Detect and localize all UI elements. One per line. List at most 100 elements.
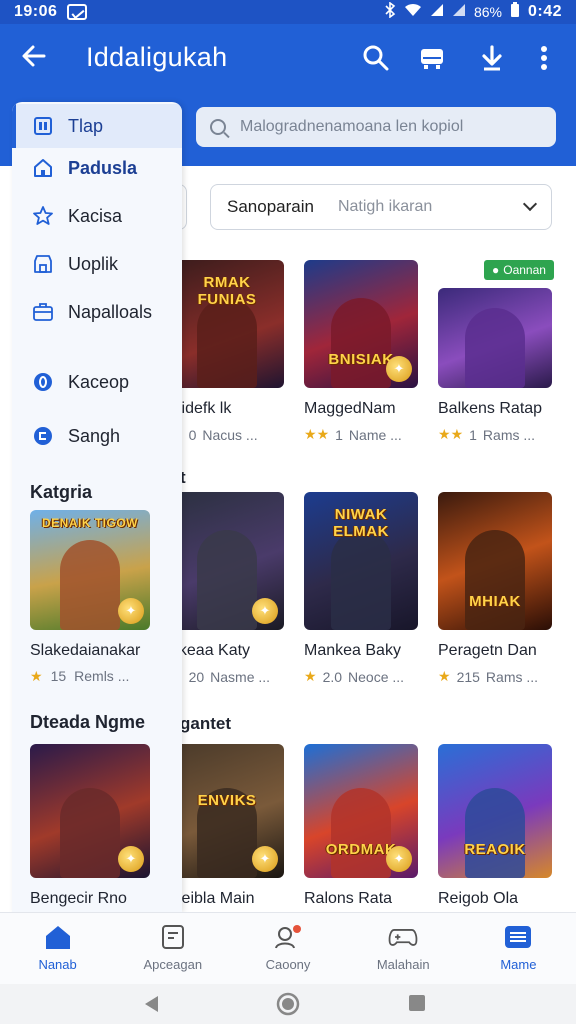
game-card[interactable]: ✦ okeaa Katy ★20Nasme ... bbox=[170, 492, 286, 685]
game-name: Reigob Ola bbox=[438, 890, 519, 907]
navigation-drawer: Tlap Padusla Kacisa Uoplik Napalloals Ka… bbox=[12, 102, 182, 912]
star-icon: ★ bbox=[30, 668, 43, 684]
game-name: MaggedNam bbox=[304, 400, 396, 417]
game-name: Mankea Baky bbox=[304, 642, 401, 659]
coin-icon: ✦ bbox=[386, 846, 412, 872]
briefcase-icon bbox=[32, 301, 54, 323]
tab-games[interactable]: Malahain bbox=[346, 913, 461, 984]
home-icon bbox=[32, 157, 54, 179]
game-meta: ★20Nasme ... bbox=[170, 668, 286, 685]
game-name: Peragetn Dan bbox=[438, 642, 537, 659]
game-card[interactable]: MHIAK Peragetn Dan ★ 215 Rams ... bbox=[438, 492, 554, 685]
search-field-icon bbox=[210, 119, 226, 135]
coin-icon: ✦ bbox=[118, 598, 144, 624]
tab-apceagan[interactable]: Apceagan bbox=[115, 913, 230, 984]
drawer-game-card[interactable]: DENAIK TIGOW ✦ Slakedaianakar ★ 15 Remls .… bbox=[30, 510, 150, 685]
game-art bbox=[60, 540, 120, 630]
game-publisher: Neoce ... bbox=[348, 668, 405, 685]
menu-icon bbox=[503, 923, 533, 951]
game-name: Ralons Rata bbox=[304, 890, 393, 907]
game-meta: ★★ 1 Rams ... bbox=[438, 426, 554, 443]
drawer-item-napalloals[interactable]: Napalloals bbox=[12, 290, 182, 334]
more-vert-icon[interactable] bbox=[528, 42, 560, 74]
drawer-item-tlap[interactable]: Tlap bbox=[12, 104, 182, 148]
game-meta: ★ 15 Remls ... bbox=[30, 668, 150, 685]
category-dropdown[interactable]: Sanoparain Natigh ikaran bbox=[210, 184, 552, 230]
game-card[interactable]: NIWAK ELMAK Mankea Baky ★ 2.0 Neoce ... bbox=[304, 492, 420, 685]
store-icon bbox=[32, 253, 54, 275]
drawer-item-padusla[interactable]: Padusla bbox=[12, 146, 182, 190]
game-art bbox=[331, 788, 391, 878]
game-name: Neibla Main bbox=[170, 890, 255, 907]
coin-icon: ✦ bbox=[252, 846, 278, 872]
game-art bbox=[197, 298, 257, 388]
game-thumbnail: DENAIK TIGOW ✦ bbox=[30, 510, 150, 630]
game-card[interactable]: Balkens Ratap ★★ 1 Rams ... bbox=[438, 288, 554, 443]
drawer-item-label: Sangh bbox=[68, 425, 121, 446]
star-icon: ★★ bbox=[438, 426, 464, 442]
game-art bbox=[197, 530, 257, 630]
game-name: ixidefk lk bbox=[170, 400, 232, 417]
download-icon[interactable] bbox=[476, 42, 508, 74]
signal-icon-2 bbox=[452, 3, 466, 22]
drawer-game-card[interactable]: ✦ Bengecir Rno bbox=[30, 744, 150, 908]
game-rating: 2.0 bbox=[322, 668, 343, 685]
system-back-icon[interactable] bbox=[142, 994, 160, 1019]
game-card[interactable]: RMAK FUNIAS ixidefk lk ★0Nacus ... bbox=[170, 260, 286, 443]
game-publisher: Rams ... bbox=[482, 426, 536, 443]
thumbnail-caption: ENVIKS bbox=[197, 792, 257, 809]
search-input[interactable]: Malogradnenamoana len kopiol bbox=[196, 107, 556, 147]
status-indicators: 86% 0:42 bbox=[384, 0, 562, 23]
game-card[interactable]: BNISIAK ✦ MaggedNam ★★ 1 Name ... bbox=[304, 260, 420, 443]
drawer-item-kaceop[interactable]: Kaceop bbox=[12, 360, 182, 404]
game-art bbox=[465, 788, 525, 878]
game-meta: ★0Nacus ... bbox=[170, 426, 286, 443]
home-icon bbox=[43, 923, 73, 951]
status-badge: ● Oannan bbox=[484, 260, 554, 280]
drawer-item-label: Tlap bbox=[68, 115, 104, 136]
game-thumbnail: RMAK FUNIAS bbox=[170, 260, 284, 388]
search-icon[interactable] bbox=[360, 42, 392, 74]
bluetooth-icon bbox=[384, 0, 396, 23]
apps-icon bbox=[32, 115, 54, 137]
game-rating: 1 bbox=[469, 426, 477, 443]
cast-icon[interactable] bbox=[416, 42, 448, 74]
game-publisher: Remls ... bbox=[74, 668, 130, 684]
system-home-icon[interactable] bbox=[276, 992, 300, 1021]
search-placeholder: Malogradnenamoana len kopiol bbox=[240, 118, 464, 135]
section-title-fragment: gantet bbox=[180, 714, 231, 733]
drawer-item-label: Padusla bbox=[68, 157, 138, 178]
game-thumbnail: MHIAK bbox=[438, 492, 552, 630]
drawer-item-kacisa[interactable]: Kacisa bbox=[12, 194, 182, 238]
signal-icon bbox=[430, 3, 444, 22]
game-rating: 215 bbox=[456, 668, 480, 685]
tab-label: Malahain bbox=[376, 957, 430, 972]
game-card[interactable]: REAOIK Reigob Ola bbox=[438, 744, 554, 908]
game-name: Bengecir Rno bbox=[30, 890, 127, 907]
game-publisher: Name ... bbox=[348, 426, 402, 443]
game-meta: ★ 2.0 Neoce ... bbox=[304, 668, 420, 685]
game-thumbnail: ORDMAK ✦ bbox=[304, 744, 418, 878]
dropdown-placeholder: Natigh ikaran bbox=[337, 198, 433, 215]
drawer-item-sangh[interactable]: Sangh bbox=[12, 414, 182, 458]
dropdown-selected-value: Sanoparain bbox=[227, 197, 314, 216]
game-publisher: Rams ... bbox=[485, 668, 539, 685]
drawer-section-title: Dteada Ngme bbox=[30, 712, 146, 732]
back-arrow-icon[interactable] bbox=[20, 42, 52, 74]
game-art bbox=[60, 788, 120, 878]
tab-home[interactable]: Nanab bbox=[0, 913, 115, 984]
game-art bbox=[465, 308, 525, 388]
star-outline-icon bbox=[32, 205, 54, 227]
drawer-item-uoplik[interactable]: Uoplik bbox=[12, 242, 182, 286]
system-recents-icon[interactable] bbox=[408, 994, 426, 1017]
game-art bbox=[331, 298, 391, 388]
game-meta: ★★ 1 Name ... bbox=[304, 426, 420, 443]
status-clock-right: 0:42 bbox=[527, 3, 562, 20]
tab-community[interactable]: Caoony bbox=[230, 913, 345, 984]
badge-label: Oannan bbox=[503, 263, 546, 277]
game-card[interactable]: ORDMAK ✦ Ralons Rata bbox=[304, 744, 420, 908]
game-card[interactable]: ENVIKS ✦ Neibla Main bbox=[170, 744, 286, 908]
bottom-navigation: Nanab Apceagan Caoony Malahain Mame bbox=[0, 912, 576, 984]
tab-menu[interactable]: Mame bbox=[461, 913, 576, 984]
game-thumbnail: ✦ bbox=[30, 744, 150, 878]
